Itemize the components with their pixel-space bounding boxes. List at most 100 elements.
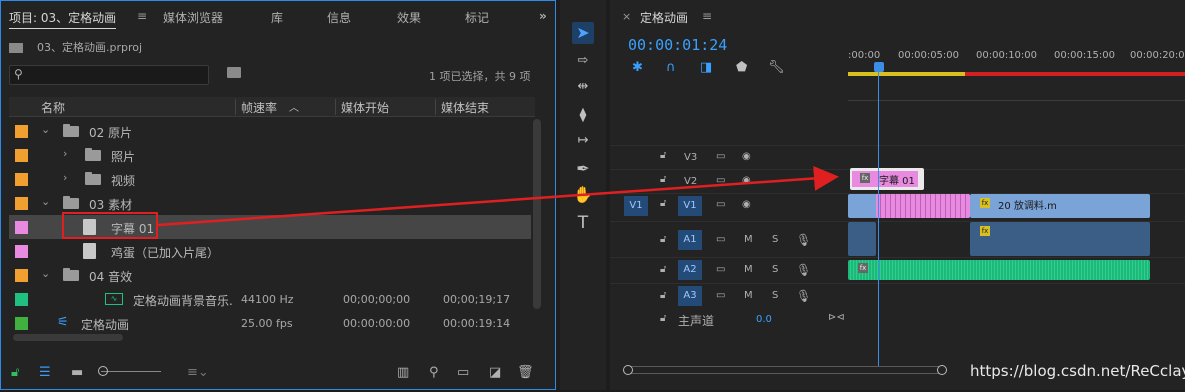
tab-libraries[interactable]: 库 — [271, 9, 283, 26]
ripple-edit-tool-icon[interactable]: ⇹ — [572, 76, 594, 98]
label-color-swatch[interactable] — [15, 149, 28, 162]
track-label[interactable]: A3 — [678, 286, 702, 306]
new-bin-icon[interactable]: ▭ — [457, 365, 469, 380]
chevron-down-icon[interactable]: ⌄ — [41, 123, 50, 136]
sequence-menu-icon[interactable]: ≡ — [702, 9, 712, 23]
eye-icon[interactable]: ◉ — [742, 199, 751, 210]
mute-button[interactable]: M — [744, 234, 753, 245]
eye-icon[interactable]: ◉ — [742, 175, 751, 186]
label-color-swatch[interactable] — [15, 269, 28, 282]
more-tabs-icon[interactable]: » — [539, 9, 547, 23]
label-color-swatch[interactable] — [15, 221, 28, 234]
track-select-tool-icon[interactable]: ⇨ — [572, 50, 594, 72]
clip-v1-stills[interactable] — [876, 194, 970, 218]
solo-button[interactable]: S — [772, 290, 778, 301]
list-item[interactable]: 鸡蛋（已加入片尾） — [9, 239, 531, 263]
tab-menu-icon[interactable]: ≡ — [137, 9, 147, 23]
col-media-end[interactable]: 媒体结束 — [441, 99, 489, 116]
wrench-icon[interactable]: 🔧︎ — [768, 60, 785, 75]
tab-markers[interactable]: 标记 — [465, 9, 489, 26]
lock-icon[interactable]: 🔓︎ — [660, 264, 666, 275]
track-label[interactable]: A1 — [678, 230, 702, 250]
tab-effects[interactable]: 效果 — [397, 9, 421, 26]
clip-a2-music[interactable]: fx — [848, 260, 1150, 280]
microphone-icon[interactable]: 🎙︎ — [796, 263, 811, 277]
lock-icon[interactable]: 🔓︎ — [660, 234, 666, 245]
clip-v1-b[interactable]: fx 20 放调料.m — [970, 194, 1150, 218]
sync-lock-icon[interactable]: ▭ — [716, 175, 725, 186]
add-marker-icon[interactable]: ⬟ — [736, 60, 747, 75]
microphone-icon[interactable]: 🎙︎ — [796, 233, 811, 247]
mute-button[interactable]: M — [744, 290, 753, 301]
label-color-swatch[interactable] — [15, 317, 28, 330]
go-to-in-out-icon[interactable]: ⊳⊲ — [828, 312, 845, 323]
track-label[interactable]: V3 — [684, 152, 697, 163]
list-item[interactable]: ⌄ 02 原片 — [9, 119, 531, 143]
microphone-icon[interactable]: 🎙︎ — [796, 289, 811, 303]
timecode[interactable]: 00:00:01:24 — [628, 36, 727, 54]
lock-icon[interactable]: 🔓︎ — [660, 198, 666, 209]
pen-tool-icon[interactable]: ✒ — [572, 158, 594, 180]
label-color-swatch[interactable] — [15, 245, 28, 258]
track-label[interactable]: A2 — [678, 260, 702, 280]
lock-icon[interactable]: 🔓︎ — [660, 150, 666, 161]
mute-button[interactable]: M — [744, 264, 753, 275]
search-input[interactable]: ⚲ — [9, 65, 209, 85]
chevron-down-icon[interactable]: ⌄ — [41, 195, 50, 208]
playhead-handle[interactable] — [874, 62, 884, 72]
lock-icon[interactable]: 🔓︎ — [660, 174, 666, 185]
track-label[interactable]: V1 — [678, 196, 702, 216]
clip-a1-a[interactable] — [848, 222, 876, 256]
find-icon[interactable]: ⚲ — [429, 365, 439, 380]
source-patch[interactable]: V1 — [624, 196, 648, 216]
selection-tool-icon[interactable]: ➤ — [572, 22, 594, 44]
new-item-icon[interactable]: ◪ — [489, 365, 501, 380]
list-item[interactable]: ∿ 定格动画背景音乐. 44100 Hz 00;00;00;00 00;00;19;17 — [9, 287, 531, 311]
lock-icon[interactable]: 🔓︎ — [11, 365, 19, 380]
sync-lock-icon[interactable]: ▭ — [716, 290, 725, 301]
sync-lock-icon[interactable]: ▭ — [716, 199, 725, 210]
clip-a1-b[interactable]: fx — [970, 222, 1150, 256]
nest-icon[interactable]: ✱ — [632, 60, 643, 75]
master-volume[interactable]: 0.0 — [756, 314, 772, 325]
horizontal-scrollbar[interactable] — [13, 334, 123, 341]
chevron-down-icon[interactable]: ⌄ — [41, 267, 50, 280]
lock-icon[interactable]: 🔓︎ — [660, 290, 666, 301]
sort-icons-icon[interactable]: ≡⌄ — [187, 365, 209, 380]
tab-media-browser[interactable]: 媒体浏览器 — [163, 9, 223, 26]
sync-lock-icon[interactable]: ▭ — [716, 151, 725, 162]
chevron-right-icon[interactable]: › — [63, 147, 67, 160]
close-icon[interactable]: × — [622, 10, 631, 23]
slip-tool-icon[interactable]: ↦ — [572, 130, 594, 152]
solo-button[interactable]: S — [772, 264, 778, 275]
list-item[interactable]: › 视频 — [9, 167, 531, 191]
col-name[interactable]: 名称 — [41, 99, 65, 116]
timeline-scrollbar[interactable] — [623, 365, 947, 375]
razor-tool-icon[interactable]: ⧫ — [572, 104, 594, 126]
snap-icon[interactable]: ∩ — [666, 60, 676, 75]
trash-icon[interactable]: 🗑︎ — [517, 365, 534, 380]
tab-project[interactable]: 项目: 03、定格动画 — [9, 9, 117, 29]
playhead[interactable] — [878, 70, 879, 366]
sync-lock-icon[interactable]: ▭ — [716, 264, 725, 275]
vertical-scrollbar[interactable] — [533, 119, 541, 309]
col-fps[interactable]: 帧速率 — [241, 99, 277, 116]
col-media-start[interactable]: 媒体开始 — [341, 99, 389, 116]
tab-info[interactable]: 信息 — [327, 9, 351, 26]
zoom-slider-handle[interactable] — [98, 366, 108, 376]
label-color-swatch[interactable] — [15, 125, 28, 138]
eye-icon[interactable]: ◉ — [742, 151, 751, 162]
list-item[interactable]: ⌄ 04 音效 — [9, 263, 531, 287]
label-color-swatch[interactable] — [15, 197, 28, 210]
type-tool-icon[interactable]: T — [572, 212, 594, 234]
sync-lock-icon[interactable]: ▭ — [716, 234, 725, 245]
automate-to-sequence-icon[interactable]: ▥ — [397, 365, 409, 380]
icon-view-icon[interactable]: ▬ — [71, 365, 83, 380]
lock-icon[interactable]: 🔓︎ — [660, 313, 666, 324]
list-view-icon[interactable]: ☰ — [39, 365, 51, 380]
list-item[interactable]: › 照片 — [9, 143, 531, 167]
sequence-tab[interactable]: 定格动画 — [640, 9, 688, 26]
chevron-right-icon[interactable]: › — [63, 171, 67, 184]
hand-tool-icon[interactable]: ✋ — [572, 184, 594, 206]
track-label[interactable]: V2 — [684, 176, 697, 187]
